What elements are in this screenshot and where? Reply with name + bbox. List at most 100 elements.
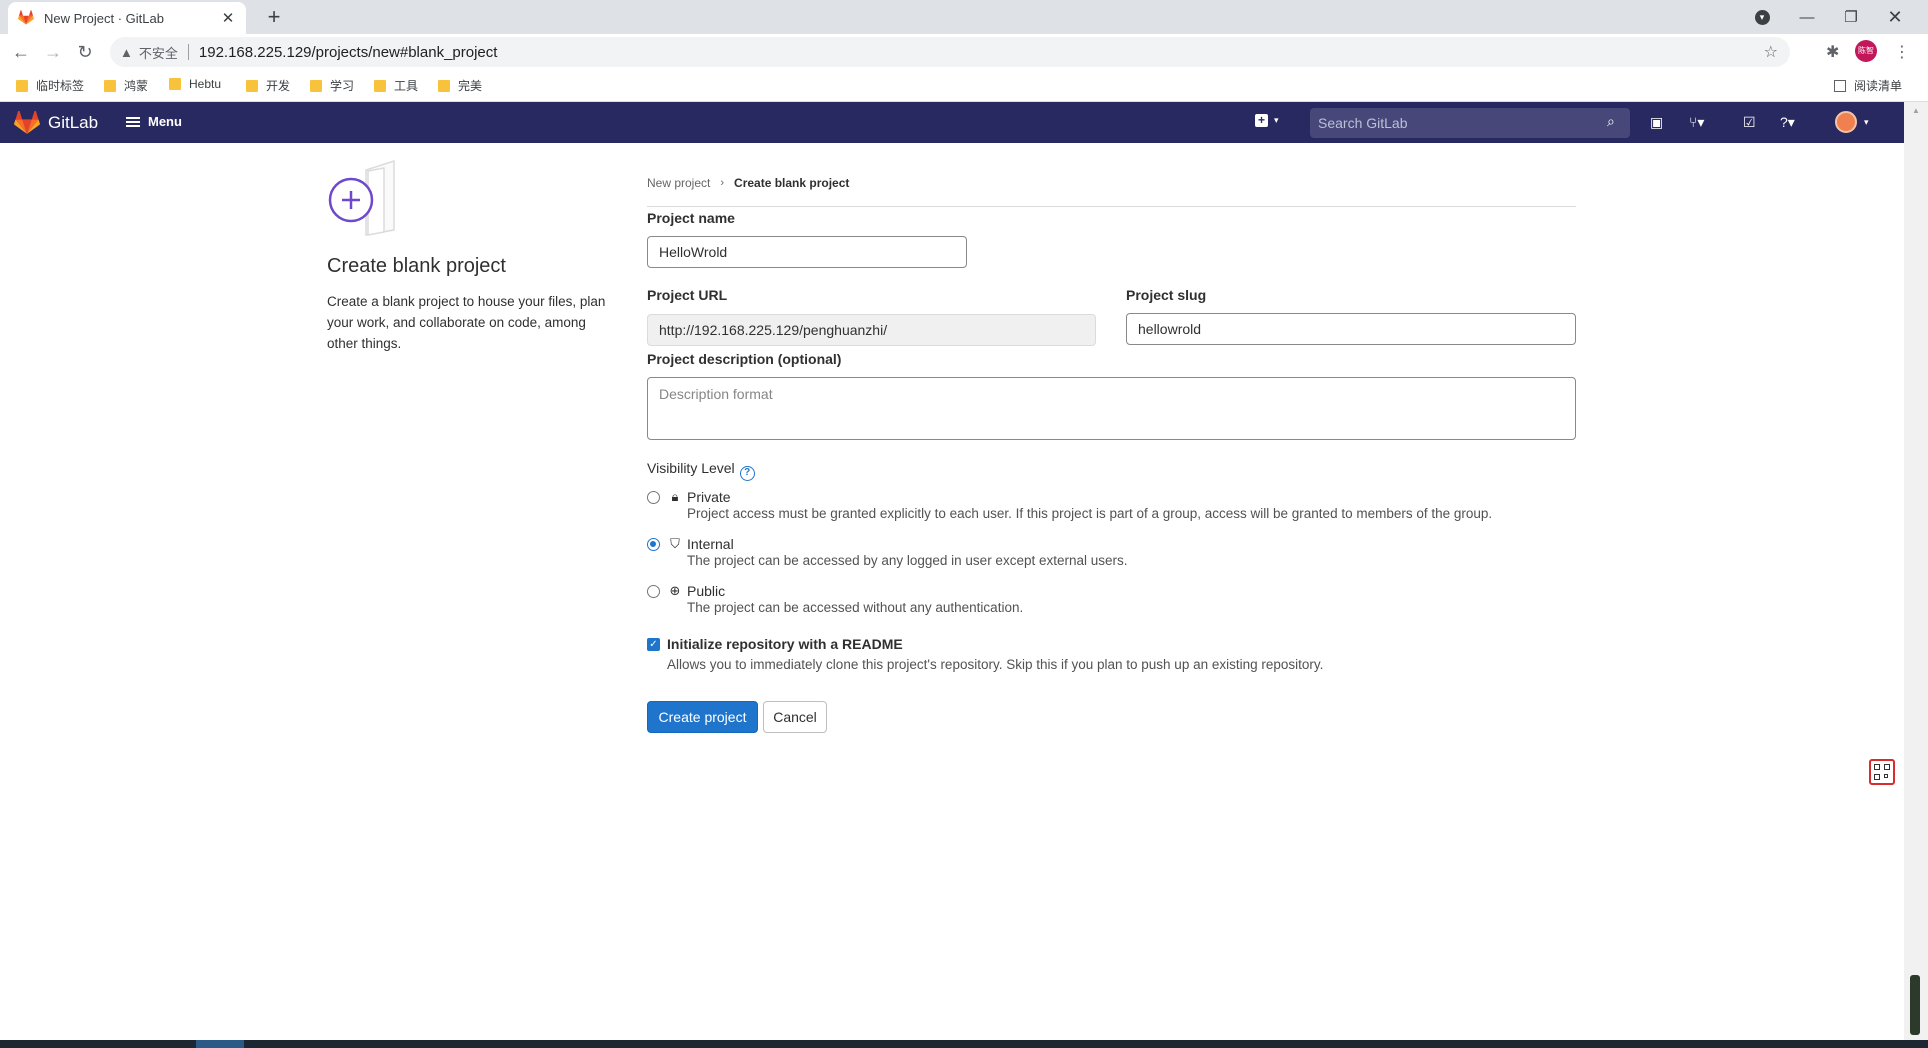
plus-square-icon: + [1255,114,1268,127]
tab-close-icon[interactable]: ✕ [220,9,236,27]
breadcrumb: New project › Create blank project [647,176,849,190]
bookmark-label: 工具 [394,79,419,93]
reading-list-button[interactable]: 阅读清单 [1834,77,1902,94]
folder-icon [374,79,386,92]
browser-tabstrip: New Project · GitLab ✕ + ▾ — ❐ ✕ [0,0,1928,34]
help-icon[interactable]: ?▾ [1780,114,1795,131]
reading-list-icon [1834,79,1846,92]
browser-toolbar: ← → ↻ ▲ 不安全 192.168.225.129/projects/new… [0,34,1928,70]
scroll-up-icon[interactable]: ▲ [1912,106,1920,115]
os-taskbar [0,1040,1928,1048]
page-description: Create a blank project to house your fil… [327,294,606,351]
folder-icon [16,79,28,92]
browser-menu-icon[interactable]: ⋮ [1894,42,1910,62]
merge-requests-icon[interactable]: ⑂▾ [1689,114,1704,131]
visibility-option-public[interactable]: ⊕ Public [668,583,726,599]
project-slug-input[interactable]: hellowrold [1126,313,1576,345]
close-window-icon[interactable]: ✕ [1878,0,1912,34]
visibility-description: The project can be accessed by any logge… [687,553,1128,568]
new-dropdown-button[interactable]: + ▾ [1255,114,1279,127]
visibility-description: The project can be accessed without any … [687,600,1024,615]
globe-icon: ⊕ [669,583,681,598]
user-avatar[interactable] [1835,111,1857,133]
issues-icon[interactable]: ▣ [1650,114,1663,131]
url-text[interactable]: 192.168.225.129/projects/new#blank_proje… [199,44,1764,61]
bookmark-label: Hebtu [189,77,222,91]
bookmark-item[interactable]: 临时标签 [16,77,84,94]
restore-icon[interactable]: ❐ [1834,0,1868,34]
visibility-name: Public [687,583,726,599]
new-tab-button[interactable]: + [260,4,288,32]
gitlab-logo-icon [14,111,40,134]
bookmark-item[interactable]: 鸿蒙 [104,77,148,94]
page-scrollbar[interactable]: ▲ [1904,102,1928,1040]
folder-icon [438,79,450,92]
bookmark-item[interactable]: Hebtu [169,77,221,91]
visibility-radio-internal[interactable] [647,538,660,551]
search-icon: ⌕ [1607,113,1615,129]
gitlab-header: GitLab Menu + ▾ Search GitLab ⌕ ▣ ⑂▾ ☑ ?… [0,102,1904,143]
address-bar[interactable]: ▲ 不安全 192.168.225.129/projects/new#blank… [110,37,1790,67]
folder-icon [246,79,258,92]
breadcrumb-chevron-icon: › [720,177,725,189]
todos-icon[interactable]: ☑ [1743,114,1756,131]
menu-button[interactable]: Menu [126,114,182,129]
gitlab-brand: GitLab [48,113,99,132]
folder-icon [104,79,116,92]
side-widget [1910,975,1920,1035]
readme-description: Allows you to immediately clone this pro… [667,657,1324,672]
visibility-name: Internal [687,536,734,552]
breadcrumb-new-project[interactable]: New project [647,176,710,190]
insecure-label[interactable]: 不安全 [139,43,178,62]
project-name-label: Project name [647,210,735,226]
forward-icon[interactable]: → [42,41,64,63]
hamburger-icon [126,115,140,129]
bookmark-item[interactable]: 开发 [246,77,290,94]
project-url-label: Project URL [647,287,728,303]
folder-icon [310,79,322,92]
tab-search-icon[interactable]: ▾ [1750,0,1774,34]
reading-list-label: 阅读清单 [1854,79,1903,93]
profile-avatar[interactable]: 陈智 [1855,40,1877,62]
cancel-button[interactable]: Cancel [763,701,827,733]
search-input[interactable]: Search GitLab [1310,108,1630,138]
visibility-option-private[interactable]: 🔒︎ Private [668,489,731,505]
chevron-down-icon: ▾ [1274,115,1279,125]
breadcrumb-current: Create blank project [734,176,850,190]
visibility-radio-public[interactable] [647,585,660,598]
warning-icon[interactable]: ▲ [120,45,133,60]
taskbar-active-app[interactable] [196,1040,244,1048]
project-name-input[interactable]: HelloWrold [647,236,967,268]
avatar-chevron-icon[interactable]: ▾ [1864,117,1869,128]
visibility-heading: Visibility Level? [647,460,755,481]
browser-tab[interactable]: New Project · GitLab ✕ [8,2,246,34]
visibility-radio-private[interactable] [647,491,660,504]
description-label: Project description (optional) [647,351,842,367]
bookmark-item[interactable]: 学习 [310,77,354,94]
lock-icon: 🔒︎ [671,489,679,504]
visibility-name: Private [687,489,731,505]
project-slug-label: Project slug [1126,287,1207,303]
back-icon[interactable]: ← [10,41,32,63]
readme-checkbox[interactable]: ✓ [647,638,660,651]
project-url-input[interactable]: http://192.168.225.129/penghuanzhi/ [647,314,1096,346]
visibility-description: Project access must be granted explicitl… [687,506,1493,521]
bookmark-item[interactable]: 完美 [438,77,482,94]
gitlab-home-link[interactable]: GitLab [14,111,98,135]
bookmark-label: 临时标签 [36,79,85,93]
gitlab-favicon-icon [18,10,34,25]
bookmark-item[interactable]: 工具 [374,77,418,94]
reload-icon[interactable]: ↻ [74,41,96,63]
readme-label[interactable]: Initialize repository with a README [667,636,903,652]
create-project-button[interactable]: Create project [647,701,758,733]
extensions-icon[interactable]: ✱ [1826,42,1839,62]
description-textarea[interactable]: Description format [647,377,1576,440]
qr-code-icon[interactable] [1869,759,1895,785]
bookmark-star-icon[interactable]: ☆ [1764,42,1778,62]
visibility-option-internal[interactable]: ⛉ Internal [668,536,734,552]
help-question-icon[interactable]: ? [739,466,755,481]
minimize-icon[interactable]: — [1790,0,1824,34]
address-divider [187,44,189,60]
bookmarks-bar: 临时标签 鸿蒙 Hebtu 开发 学习 工具 完美 阅读清单 [0,70,1928,102]
breadcrumb-divider [647,206,1576,207]
